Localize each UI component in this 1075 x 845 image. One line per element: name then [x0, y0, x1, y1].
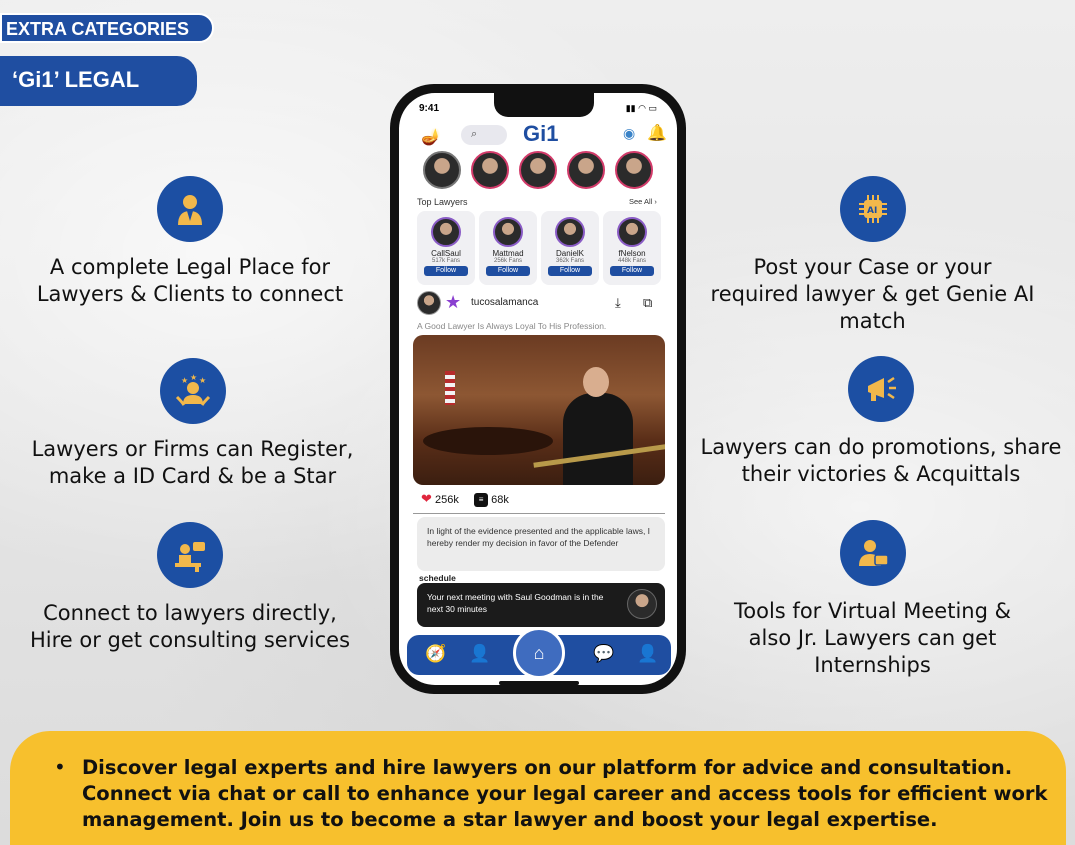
- lawyer-name: Mattmad: [492, 249, 524, 258]
- star-person-icon: ★ ★ ★: [159, 358, 226, 424]
- avatar: [493, 217, 523, 247]
- svg-text:AI: AI: [867, 206, 877, 216]
- app-header: 🪔 ⌕ Gi1 ◉ 🔔: [411, 119, 667, 149]
- lawyer-fans: 448k Fans: [617, 258, 647, 264]
- feature-text: A complete Legal Place for Lawyers & Cli…: [36, 255, 344, 306]
- story-avatar[interactable]: [567, 151, 605, 189]
- feature-text: Tools for Virtual Meeting & also Jr. Law…: [734, 599, 1011, 677]
- lawyer-card[interactable]: Mattmad 256k Fans Follow: [479, 211, 537, 285]
- feature-post-case: AI Post your Case or your required lawye…: [710, 176, 1035, 335]
- lawyer-card[interactable]: fNelson 448k Fans Follow: [603, 211, 661, 285]
- feature-text: Connect to lawyers directly, Hire or get…: [29, 601, 351, 652]
- avatar: [617, 217, 647, 247]
- consulting-desk-icon: [157, 522, 223, 588]
- lawyer-name: fNelson: [618, 249, 646, 258]
- signal-wifi-battery-icon: ▮▮ ◠ ▭: [625, 103, 657, 113]
- phone-notch: [494, 93, 594, 117]
- bullet: •: [54, 755, 66, 779]
- follow-button[interactable]: Follow: [486, 266, 530, 276]
- legal-category-tag: ‘Gi1’ LEGAL: [0, 56, 197, 106]
- megaphone-icon: [848, 356, 914, 422]
- svg-text:★: ★: [181, 376, 188, 385]
- home-icon[interactable]: ⌂: [513, 627, 565, 679]
- comments-count: 68k: [491, 494, 509, 506]
- bell-icon[interactable]: 🔔: [647, 123, 667, 143]
- profile-icon[interactable]: 👤: [637, 644, 658, 664]
- feature-virtual-meeting: Tools for Virtual Meeting & also Jr. Law…: [710, 520, 1035, 679]
- svg-text:★: ★: [199, 376, 206, 385]
- post-header: ★ tucosalamanca ⤓ ⧉: [417, 291, 657, 317]
- avatar: [555, 217, 585, 247]
- judge-figure: [563, 393, 633, 485]
- footer-banner: • Discover legal experts and hire lawyer…: [10, 731, 1066, 845]
- share-icon[interactable]: ⧉: [643, 295, 652, 311]
- compass-icon[interactable]: 🧭: [425, 644, 446, 664]
- status-time: 9:41: [419, 103, 440, 114]
- avatar: [431, 217, 461, 247]
- bottom-nav: 🧭 👤 ⌂ 💬 👤: [407, 627, 671, 679]
- star-badge-icon: ★: [445, 292, 462, 312]
- post-username[interactable]: tucosalamanca: [471, 297, 538, 308]
- search-button[interactable]: ⌕: [461, 125, 507, 145]
- lawyer-card[interactable]: DanielK 362k Fans Follow: [541, 211, 599, 285]
- genie-icon[interactable]: ◉: [623, 125, 635, 142]
- lawyer-profile-icon[interactable]: 👤: [469, 644, 490, 664]
- download-icon[interactable]: ⤓: [615, 295, 621, 311]
- feature-register-star: ★ ★ ★ Lawyers or Firms can Register, make …: [20, 358, 365, 490]
- home-indicator: [499, 681, 579, 685]
- post-caption: A Good Lawyer Is Always Loyal To His Pro…: [417, 321, 607, 331]
- feature-text: Lawyers can do promotions, share their v…: [700, 435, 1062, 486]
- story-avatar[interactable]: [423, 151, 461, 189]
- likes-count: 256k: [434, 494, 459, 506]
- comment-icon[interactable]: ≡: [474, 493, 489, 508]
- judge-head: [583, 367, 609, 397]
- story-avatar[interactable]: [471, 151, 509, 189]
- feature-text: Lawyers or Firms can Register, make a ID…: [31, 437, 354, 488]
- feature-legal-place: A complete Legal Place for Lawyers & Cli…: [20, 176, 360, 308]
- divider: [413, 513, 665, 514]
- lawyer-name: DanielK: [555, 249, 584, 258]
- footer-text: Discover legal experts and hire lawyers …: [82, 756, 1048, 831]
- feature-connect-lawyers: Connect to lawyers directly, Hire or get…: [20, 522, 360, 654]
- schedule-text: Your next meeting with Saul Goodman is i…: [427, 592, 604, 614]
- virtual-meeting-icon: [839, 520, 906, 586]
- see-all-link[interactable]: See All ›: [629, 197, 657, 206]
- top-lawyers-label: Top Lawyers: [417, 197, 468, 207]
- story-avatar[interactable]: [615, 151, 653, 189]
- post-image-courtroom[interactable]: [413, 335, 665, 485]
- lawyer-fans: 517k Fans: [431, 258, 461, 264]
- post-stats: ❤ 256k ≡ 68k: [421, 491, 509, 508]
- lawyer-name: CallSaul: [431, 249, 461, 258]
- feature-text: Post your Case or your required lawyer &…: [710, 255, 1035, 333]
- schedule-card[interactable]: Your next meeting with Saul Goodman is i…: [417, 583, 665, 627]
- feature-promotions: Lawyers can do promotions, share their v…: [695, 356, 1067, 488]
- lawyer-icon: [157, 176, 223, 242]
- post-avatar[interactable]: [417, 291, 441, 315]
- phone-mockup: 9:41 ▮▮ ◠ ▭ 🪔 ⌕ Gi1 ◉ 🔔 Top Lawyers See …: [390, 84, 686, 694]
- table-shape: [423, 427, 553, 455]
- follow-button[interactable]: Follow: [610, 266, 654, 276]
- follow-button[interactable]: Follow: [424, 266, 468, 276]
- quote-card: In light of the evidence presented and t…: [417, 517, 665, 571]
- extra-categories-tag: EXTRA CATEGORIES: [0, 13, 214, 43]
- phone-screen: 9:41 ▮▮ ◠ ▭ 🪔 ⌕ Gi1 ◉ 🔔 Top Lawyers See …: [399, 93, 677, 685]
- story-avatar[interactable]: [519, 151, 557, 189]
- svg-text:★: ★: [190, 373, 197, 382]
- lawyer-fans: 362k Fans: [555, 258, 585, 264]
- avatar: [627, 589, 657, 619]
- lawyer-fans: 256k Fans: [493, 258, 523, 264]
- flag-shape: [445, 371, 455, 405]
- lawyer-card[interactable]: CallSaul 517k Fans Follow: [417, 211, 475, 285]
- schedule-label: schedule: [419, 573, 456, 583]
- search-icon: ⌕: [471, 128, 478, 140]
- follow-button[interactable]: Follow: [548, 266, 592, 276]
- heart-icon[interactable]: ❤: [421, 491, 432, 506]
- app-title: Gi1: [523, 121, 559, 146]
- stories-row: [423, 151, 653, 191]
- genie-lamp-icon[interactable]: 🪔: [421, 127, 441, 147]
- chat-icon[interactable]: 💬: [593, 644, 614, 664]
- ai-chip-icon: AI: [839, 176, 906, 242]
